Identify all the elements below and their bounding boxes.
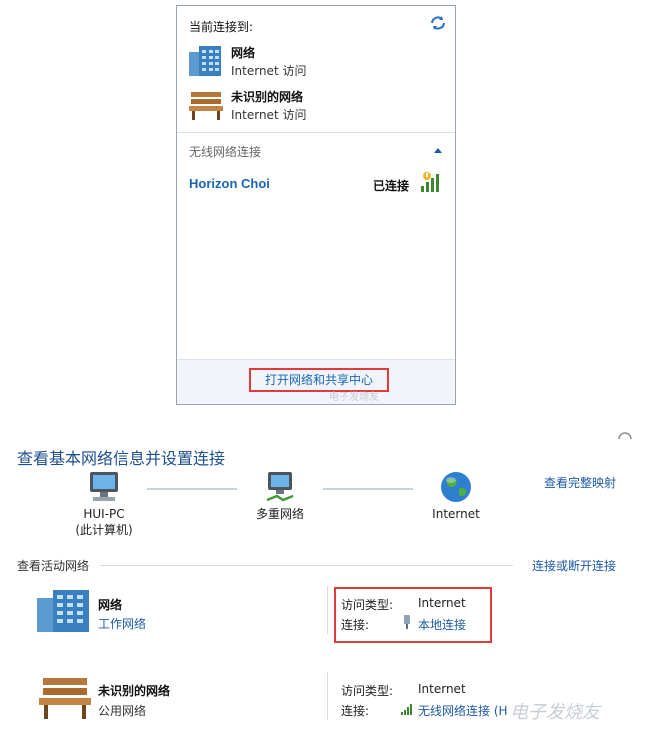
- map-node-label: 多重网络: [255, 507, 304, 521]
- network-name: 网络: [98, 598, 123, 612]
- current-connection-header: 当前连接到:: [189, 20, 254, 34]
- wifi-bars-icon: [401, 704, 412, 715]
- popup-footer: 打开网络和共享中心 电子发烧友: [177, 359, 455, 404]
- refresh-icon[interactable]: [429, 14, 447, 32]
- wifi-signal-icon: [421, 172, 439, 192]
- map-connector-line: [147, 488, 237, 490]
- header-divider: [100, 565, 513, 566]
- globe-icon: [441, 472, 471, 502]
- connection-status: Internet 访问: [231, 108, 307, 122]
- page-title: 查看基本网络信息并设置连接: [17, 449, 226, 468]
- park-bench-icon: [39, 678, 91, 719]
- column-divider: [327, 586, 328, 634]
- map-node-multiple-networks[interactable]: 多重网络: [250, 470, 310, 522]
- connection-item-unidentified[interactable]: 未识别的网络 Internet 访问: [187, 88, 427, 128]
- highlight-box: [334, 587, 492, 643]
- map-connector-line: [323, 488, 413, 490]
- map-node-sublabel: (此计算机): [75, 523, 133, 537]
- network-popup: 当前连接到: 网络 Internet 访问 未识别的网络 Internet 访问…: [176, 5, 456, 405]
- map-node-internet[interactable]: Internet: [426, 470, 486, 522]
- watermark: 电子发烧友: [510, 702, 600, 723]
- connection-status: Internet 访问: [231, 64, 307, 78]
- network-name: 未识别的网络: [98, 684, 171, 698]
- chevron-up-icon[interactable]: [433, 146, 443, 154]
- connection-name: 网络: [231, 46, 256, 60]
- access-type-value: Internet: [418, 682, 466, 696]
- view-full-map-link[interactable]: 查看完整映射: [544, 474, 616, 491]
- connect-disconnect-link[interactable]: 连接或断开连接: [532, 557, 616, 574]
- wireless-connection-link[interactable]: 无线网络连接 (H: [418, 702, 508, 719]
- network-type: 公用网络: [98, 704, 147, 718]
- connection-name: 未识别的网络: [231, 90, 304, 104]
- wifi-name: Horizon Choi: [189, 176, 270, 191]
- access-type-label: 访问类型:: [341, 684, 394, 698]
- column-divider: [327, 672, 328, 720]
- map-node-label: Internet: [432, 507, 480, 521]
- map-node-computer[interactable]: HUI-PC (此计算机): [74, 470, 134, 538]
- connection-label: 连接:: [341, 704, 370, 718]
- scroll-arc-icon: [618, 432, 632, 440]
- network-type-link[interactable]: 工作网络: [98, 615, 146, 632]
- active-networks-header: 查看活动网络: [17, 559, 90, 573]
- wifi-status: 已连接: [373, 179, 410, 193]
- wireless-section-header: 无线网络连接: [189, 145, 262, 159]
- map-node-label: HUI-PC: [83, 507, 125, 521]
- connection-item-network[interactable]: 网络 Internet 访问: [187, 44, 427, 84]
- computer-icon: [90, 472, 118, 501]
- park-bench-icon: [189, 92, 223, 120]
- multiple-networks-icon: [266, 472, 294, 502]
- network-building-icon: [37, 590, 89, 632]
- section-divider: [177, 132, 455, 133]
- network-building-icon: [189, 46, 221, 76]
- watermark: 电子发烧友: [329, 392, 379, 403]
